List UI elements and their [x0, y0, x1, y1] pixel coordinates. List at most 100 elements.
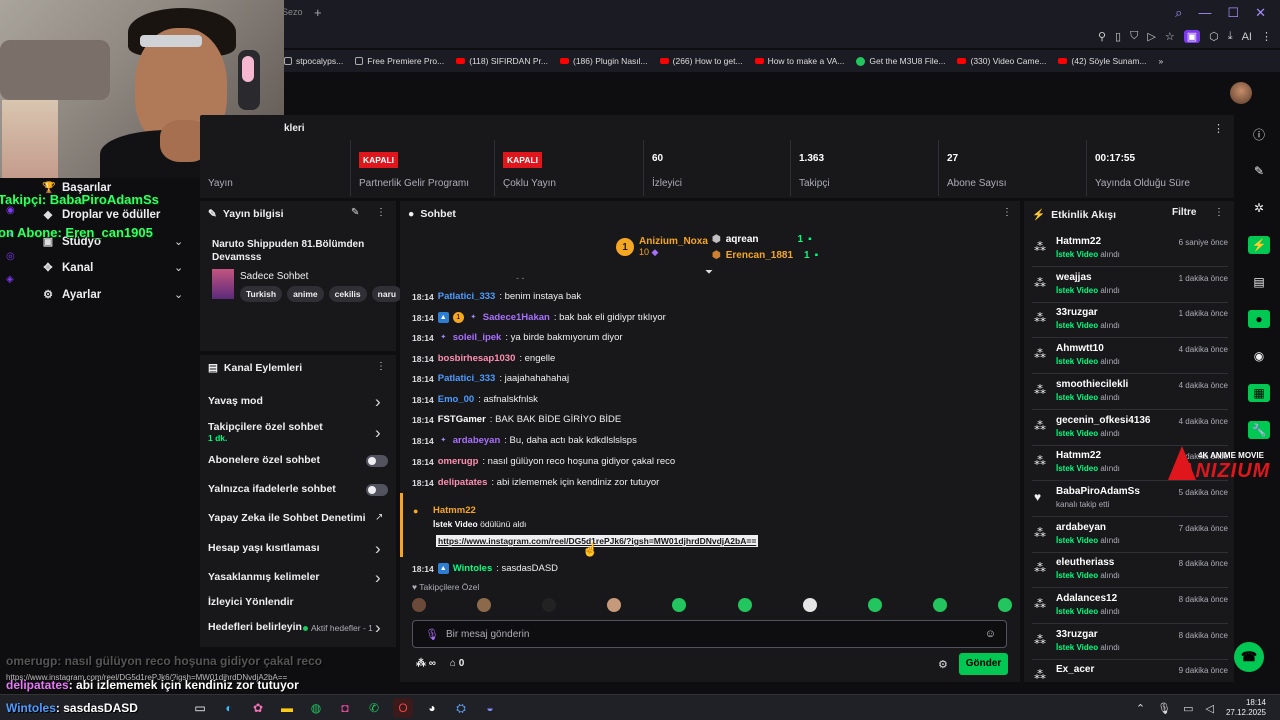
users-icon[interactable]: ◎: [6, 251, 16, 262]
leader-name[interactable]: aqrean: [726, 234, 759, 245]
channel-action-item[interactable]: Yasaklanmış kelimeler: [208, 571, 320, 583]
emoji-icon[interactable]: ☺: [985, 628, 996, 640]
ai-icon[interactable]: AI: [1242, 31, 1252, 43]
message-username[interactable]: delipatates: [438, 477, 488, 488]
tag-chip[interactable]: anime: [287, 286, 324, 302]
message-username[interactable]: Sadece1Hakan: [483, 312, 550, 323]
emote-icon[interactable]: [542, 598, 557, 612]
clock[interactable]: 18:14 27.12.2025: [1226, 698, 1266, 718]
edge-icon[interactable]: ◐: [219, 698, 239, 718]
chevron-right-icon[interactable]: ›: [375, 539, 381, 559]
new-tab-button[interactable]: +: [314, 5, 322, 20]
bookmark-item[interactable]: (330) Video Came...: [957, 56, 1046, 66]
bookmark-item[interactable]: (266) How to get...: [659, 56, 743, 66]
toggle-switch[interactable]: [366, 484, 388, 496]
copilot-icon[interactable]: ✿: [248, 698, 268, 718]
activity-item[interactable]: ⁂ ardabeyan İstek Video alındı 7 dakika önc…: [1032, 518, 1228, 553]
bookmark-item[interactable]: (42) Söyle Sunam...: [1058, 56, 1147, 66]
instagram-icon[interactable]: ◘: [335, 698, 355, 718]
sparkle-icon[interactable]: ✲: [1248, 199, 1270, 217]
send-button[interactable]: Gönder: [959, 653, 1008, 675]
category-name[interactable]: Sadece Sohbet: [240, 271, 308, 282]
store-button[interactable]: ⌂ 0: [450, 658, 464, 669]
toggle-switch[interactable]: [366, 455, 388, 467]
bookmark-item[interactable]: (118) SIFIRDAN Pr...: [456, 56, 548, 66]
emote-icon[interactable]: [672, 598, 687, 612]
file-icon[interactable]: ▭: [190, 698, 210, 718]
activity-item[interactable]: ⁂ gecenin_ofkesi4136 İstek Video alındı 4 d…: [1032, 411, 1228, 446]
activity-item[interactable]: ⁂ Ex_acer 9 dakika önce: [1032, 660, 1228, 696]
broadcast-icon[interactable]: ◉: [1248, 347, 1270, 365]
wrench-icon[interactable]: 🔧: [1248, 421, 1270, 439]
status-badge[interactable]: KAPALI: [359, 152, 399, 168]
document-icon[interactable]: ▤: [1248, 273, 1270, 291]
chevron-right-icon[interactable]: ›: [375, 392, 381, 412]
leader-name[interactable]: Anizium_Noxa: [639, 236, 708, 247]
activity-item[interactable]: ⁂ Adalances12 İstek Video alındı 8 dakika ö…: [1032, 589, 1228, 624]
obs-icon[interactable]: ◕: [422, 698, 442, 718]
more-options-icon[interactable]: ⋮: [1002, 207, 1012, 218]
chat-input[interactable]: 🎙 Bir mesaj gönderin ☺: [412, 620, 1007, 648]
minimize-icon[interactable]: —: [1198, 5, 1211, 21]
bookmark-item[interactable]: stpocalyps...: [284, 56, 343, 66]
sidebar-item-drops[interactable]: ◆ Droplar ve ödüller: [42, 208, 161, 222]
more-options-icon[interactable]: ⋮: [376, 207, 386, 218]
chevron-right-icon[interactable]: ›: [375, 423, 381, 443]
folder-icon[interactable]: ▬: [277, 698, 297, 718]
edit-icon[interactable]: ✎: [351, 207, 359, 218]
bookmark-item[interactable]: »: [1159, 56, 1164, 66]
discord-icon[interactable]: ◒: [480, 698, 500, 718]
steam-icon[interactable]: ⛭: [451, 698, 471, 718]
channel-action-item[interactable]: Abonelere özel sohbet: [208, 454, 320, 466]
layout-icon[interactable]: ▦: [1248, 384, 1270, 402]
download-icon[interactable]: ⤓: [1228, 30, 1233, 43]
help-button[interactable]: ☎: [1234, 642, 1264, 672]
avatar[interactable]: [1230, 82, 1252, 104]
gear-icon[interactable]: ⚙: [938, 658, 948, 671]
bookmark-item[interactable]: (186) Plugin Nasıl...: [559, 56, 648, 66]
activity-item[interactable]: ⁂ eleutheriass İstek Video alındı 8 dakika …: [1032, 553, 1228, 589]
bookmark-item[interactable]: Get the M3U8 File...: [856, 56, 945, 66]
status-badge[interactable]: KAPALI: [503, 152, 543, 168]
extension-active-icon[interactable]: ▣: [1183, 30, 1201, 43]
browser-tab[interactable]: Sezo: [282, 7, 303, 17]
emote-icon[interactable]: [932, 598, 947, 612]
chrome-icon[interactable]: ◍: [306, 698, 326, 718]
play-icon[interactable]: ▷: [1147, 30, 1155, 43]
activity-item[interactable]: ⁂ Hatmm22 İstek Video alındı 6 saniye önce: [1032, 232, 1228, 267]
library-icon[interactable]: ◈: [6, 274, 16, 285]
network-icon[interactable]: ▭: [1183, 702, 1193, 715]
close-icon[interactable]: ✕: [1255, 5, 1266, 21]
leader-name[interactable]: Erencan_1881: [726, 250, 793, 261]
microphone-icon[interactable]: 🎙: [1157, 702, 1171, 715]
emote-icon[interactable]: [607, 598, 622, 612]
highlight-user[interactable]: Hatmm22: [433, 505, 476, 516]
activity-item[interactable]: ⁂ smoothiecilekli İstek Video alındı 4 daki…: [1032, 375, 1228, 410]
activity-item[interactable]: ⁂ 33ruzgar İstek Video alındı 8 dakika önce: [1032, 625, 1228, 660]
maximize-icon[interactable]: ☐: [1227, 5, 1239, 21]
microphone-icon[interactable]: 🎙: [425, 628, 439, 641]
activity-item[interactable]: ♥ BabaPiroAdamSs kanalı takip etti 5 dakika…: [1032, 482, 1228, 517]
message-username[interactable]: ardabeyan: [453, 435, 501, 446]
chevron-right-icon[interactable]: ›: [375, 618, 381, 638]
channel-action-item[interactable]: Yalnızca ifadelerle sohbet: [208, 483, 336, 495]
puzzle-icon[interactable]: ⬡: [1209, 30, 1219, 43]
bolt-icon[interactable]: ⚡: [1248, 236, 1270, 254]
menu-icon[interactable]: ⋮: [1261, 30, 1272, 43]
channel-action-item[interactable]: İzleyici Yönlendir: [208, 596, 294, 608]
message-username[interactable]: Patlatici_333: [438, 291, 496, 302]
search-icon[interactable]: ⌕: [1175, 5, 1182, 21]
channel-action-item[interactable]: Yavaş mod: [208, 395, 263, 407]
chat-bubble-icon[interactable]: ●: [1248, 310, 1270, 328]
message-username[interactable]: Patlatici_333: [438, 373, 496, 384]
tag-chip[interactable]: cekilis: [328, 286, 367, 302]
channel-action-item[interactable]: Hedefleri belirleyin: [208, 621, 302, 633]
emote-icon[interactable]: [737, 598, 752, 612]
message-username[interactable]: soleil_ipek: [453, 332, 502, 343]
shield-icon[interactable]: ⛉: [1130, 30, 1138, 43]
sidebar-item-channel[interactable]: ✥ Kanal: [42, 261, 93, 275]
channel-points[interactable]: ⁂ ∞: [416, 658, 436, 669]
bookmark-item[interactable]: Free Premiere Pro...: [355, 56, 444, 66]
info-icon[interactable]: ⓘ: [1248, 125, 1270, 143]
more-options-icon[interactable]: ⋮: [1214, 207, 1224, 218]
